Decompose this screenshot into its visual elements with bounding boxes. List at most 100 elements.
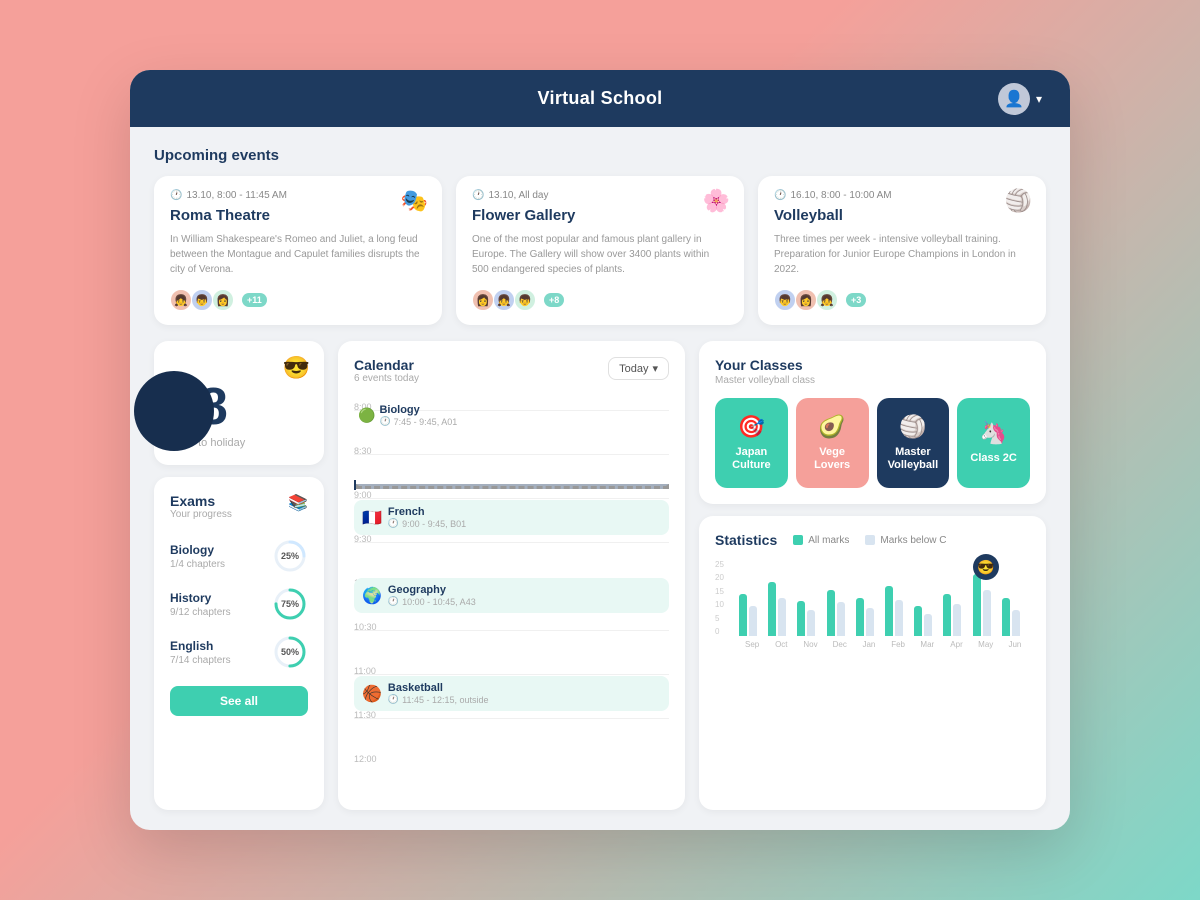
bar-gray-apr bbox=[953, 604, 961, 636]
timeline-content: 🟢 Biology 🕐 7:45 - 9:45, A01 bbox=[354, 400, 669, 794]
cal-event-time-biology: 🕐 7:45 - 9:45, A01 bbox=[379, 416, 457, 427]
y-label-5: 5 bbox=[715, 614, 733, 623]
exam-chapters-biology: 1/4 chapters bbox=[170, 559, 225, 570]
classes-subtitle: Master volleyball class bbox=[715, 375, 1030, 386]
class-tile-japan[interactable]: 🎯 Japan Culture bbox=[715, 398, 788, 488]
legend-below-c: Marks below C bbox=[865, 535, 946, 546]
today-button[interactable]: Today ▾ bbox=[608, 357, 669, 380]
bar-gray-sep bbox=[749, 606, 757, 636]
see-all-button[interactable]: See all bbox=[170, 686, 308, 716]
event-time-1: 🕐 13.10, 8:00 - 11:45 AM bbox=[170, 190, 426, 201]
clock-icon-cal1: 🕐 bbox=[379, 416, 390, 427]
y-label-25: 25 bbox=[715, 560, 733, 569]
cal-event-french[interactable]: 🇫🇷 French 🕐 9:00 - 9:45, B01 bbox=[354, 500, 669, 535]
events-grid: 🕐 13.10, 8:00 - 11:45 AM 🎭 Roma Theatre … bbox=[154, 176, 1046, 325]
exam-chapters-history: 9/12 chapters bbox=[170, 607, 231, 618]
calendar-card: Calendar 6 events today Today ▾ 8:00 8:3… bbox=[338, 341, 685, 810]
y-label-10: 10 bbox=[715, 600, 733, 609]
avatar-9: 👧 bbox=[816, 289, 838, 311]
bar-gray-jan bbox=[866, 608, 874, 636]
cal-event-basketball[interactable]: 🏀 Basketball 🕐 11:45 - 12:15, outside bbox=[354, 676, 669, 711]
progress-label-english: 50% bbox=[281, 647, 299, 657]
event-card-2[interactable]: 🕐 13.10, All day 🌸 Flower Gallery One of… bbox=[456, 176, 744, 325]
cal-event-time-geography: 🕐 10:00 - 10:45, A43 bbox=[388, 596, 476, 607]
bar-teal-sep bbox=[739, 594, 747, 636]
exam-name-biology: Biology bbox=[170, 543, 225, 557]
progress-biology: 25% bbox=[272, 538, 308, 574]
avatar-1: 👧 bbox=[170, 289, 192, 311]
content-area: Upcoming events 🕐 13.10, 8:00 - 11:45 AM… bbox=[130, 127, 1070, 830]
event-title-3: Volleyball bbox=[774, 207, 1030, 224]
class-tile-name-japan: Japan Culture bbox=[723, 446, 780, 472]
holiday-emoji: 😎 bbox=[283, 355, 310, 381]
chevron-down-icon-calendar: ▾ bbox=[652, 362, 658, 375]
event-title-2: Flower Gallery bbox=[472, 207, 728, 224]
month-jan: Jan bbox=[856, 640, 882, 649]
exam-name-english: English bbox=[170, 639, 231, 653]
clock-icon: 🕐 bbox=[170, 190, 182, 201]
current-time-line bbox=[356, 484, 669, 489]
class-tile-volleyball[interactable]: 🏐 Master Volleyball bbox=[877, 398, 950, 488]
event-avatars-2: 👩 👧 👦 +8 bbox=[472, 289, 728, 311]
bar-mar bbox=[914, 606, 940, 636]
class-tile-name-2c: Class 2C bbox=[970, 452, 1016, 465]
exam-item-english: English 7/14 chapters 50% bbox=[170, 634, 308, 670]
event-card-1[interactable]: 🕐 13.10, 8:00 - 11:45 AM 🎭 Roma Theatre … bbox=[154, 176, 442, 325]
exams-subtitle: Your progress bbox=[170, 509, 232, 520]
class-tile-vege[interactable]: 🥑 Vege Lovers bbox=[796, 398, 869, 488]
dark-circle-decoration bbox=[134, 371, 214, 451]
calendar-title: Calendar bbox=[354, 357, 419, 373]
bar-gray-mar bbox=[924, 614, 932, 636]
user-avatar-button[interactable]: 👤 ▾ bbox=[998, 83, 1042, 115]
bar-sep bbox=[739, 594, 765, 636]
cal-event-name-biology: Biology bbox=[379, 404, 457, 416]
cal-event-biology[interactable]: 🟢 Biology 🕐 7:45 - 9:45, A01 bbox=[354, 402, 669, 429]
bar-nov bbox=[797, 601, 823, 636]
class-tile-2c[interactable]: 🦄 Class 2C bbox=[957, 398, 1030, 488]
avatar-3: 👩 bbox=[212, 289, 234, 311]
exam-item-history: History 9/12 chapters 75% bbox=[170, 586, 308, 622]
bar-teal-apr bbox=[943, 594, 951, 636]
y-label-0: 0 bbox=[715, 627, 733, 636]
bar-gray-may bbox=[983, 590, 991, 636]
event-desc-1: In William Shakespeare's Romeo and Julie… bbox=[170, 232, 426, 277]
month-labels: Sep Oct Nov Dec Jan Feb Mar Apr May Jun bbox=[737, 636, 1030, 649]
bar-oct bbox=[768, 582, 794, 636]
books-icon: 📚 bbox=[288, 493, 308, 513]
cal-event-time-basketball: 🕐 11:45 - 12:15, outside bbox=[388, 694, 489, 705]
event-icon-2: 🌸 bbox=[703, 188, 730, 214]
emoji-badge-may: 😎 bbox=[973, 554, 999, 580]
event-icon-1: 🎭 bbox=[401, 188, 428, 214]
clock-icon-cal3: 🕐 bbox=[388, 596, 399, 607]
classes-card: Your Classes Master volleyball class 🎯 J… bbox=[699, 341, 1046, 504]
chart-container: 25 20 15 10 5 0 bbox=[715, 560, 1030, 650]
clock-icon-2: 🕐 bbox=[472, 190, 484, 201]
bar-teal-jan bbox=[856, 598, 864, 636]
bar-may: 😎 bbox=[973, 574, 999, 636]
event-desc-3: Three times per week - intensive volleyb… bbox=[774, 232, 1030, 277]
avatar-5: 👧 bbox=[493, 289, 515, 311]
left-column: 😎 68 Days to holiday Exams Your progress… bbox=[154, 341, 324, 810]
french-flag: 🇫🇷 bbox=[362, 508, 382, 528]
bars-area: 😎 Sep Oct bbox=[737, 560, 1030, 650]
bar-gray-oct bbox=[778, 598, 786, 636]
cal-event-time-french: 🕐 9:00 - 9:45, B01 bbox=[388, 518, 466, 529]
avatar-count-2: +8 bbox=[544, 293, 564, 307]
avatar-count-3: +3 bbox=[846, 293, 866, 307]
right-column: Your Classes Master volleyball class 🎯 J… bbox=[699, 341, 1046, 810]
bar-apr bbox=[943, 594, 969, 636]
cal-event-geography[interactable]: 🌍 Geography 🕐 10:00 - 10:45, A43 bbox=[354, 578, 669, 613]
class-tile-name-vege: Vege Lovers bbox=[804, 446, 861, 472]
bar-gray-jun bbox=[1012, 610, 1020, 636]
event-card-3[interactable]: 🕐 16.10, 8:00 - 10:00 AM 🏐 Volleyball Th… bbox=[758, 176, 1046, 325]
legend-all-marks: All marks bbox=[793, 535, 849, 546]
events-section: Upcoming events 🕐 13.10, 8:00 - 11:45 AM… bbox=[154, 147, 1046, 325]
calendar-subtitle: 6 events today bbox=[354, 373, 419, 384]
avatar: 👤 bbox=[998, 83, 1030, 115]
holiday-card: 😎 68 Days to holiday bbox=[154, 341, 324, 465]
stats-card: Statistics All marks Marks below C bbox=[699, 516, 1046, 810]
y-axis-labels: 25 20 15 10 5 0 bbox=[715, 560, 733, 650]
event-avatars-3: 👦 👩 👧 +3 bbox=[774, 289, 1030, 311]
event-icon-3: 🏐 bbox=[1005, 188, 1032, 214]
bar-gray-feb bbox=[895, 600, 903, 636]
